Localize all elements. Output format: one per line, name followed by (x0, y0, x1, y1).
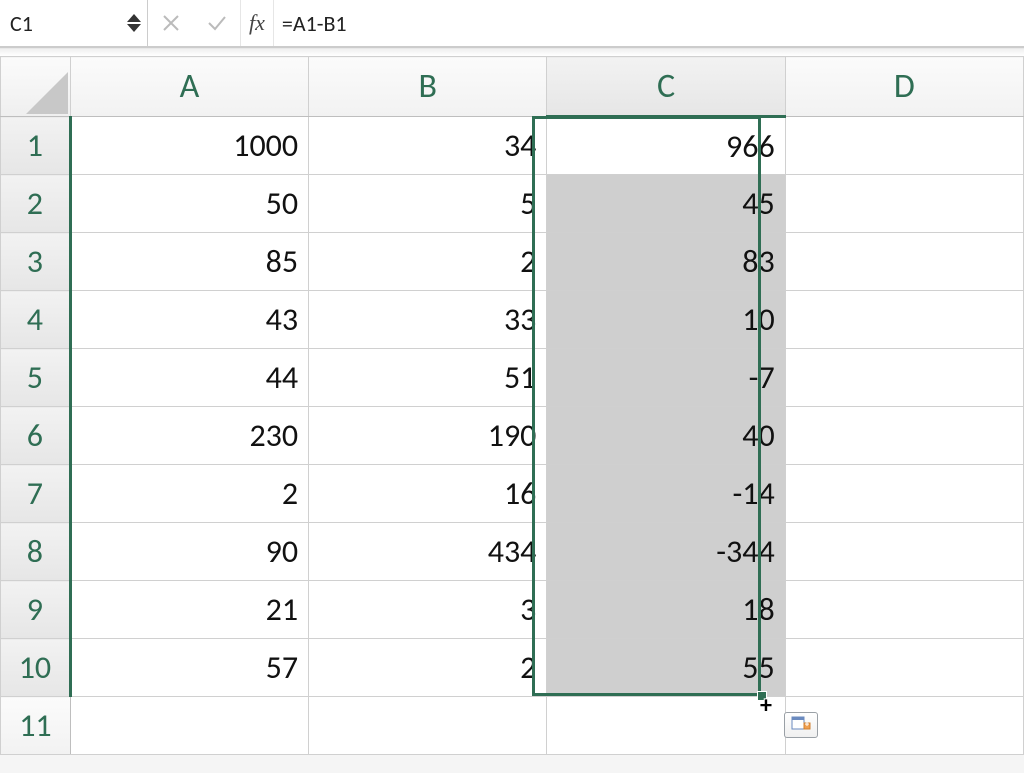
table-row: 7216-14 (1, 465, 1024, 523)
cell-C5[interactable]: -7 (547, 349, 785, 407)
autofill-options-button[interactable] (784, 712, 818, 738)
column-header-d[interactable]: D (785, 57, 1023, 117)
check-icon (205, 11, 229, 35)
row-header-11[interactable]: 11 (1, 697, 71, 755)
cell-B10[interactable]: 2 (309, 639, 547, 697)
cell-D6[interactable] (785, 407, 1023, 465)
grid-table: A B C D 11000349662505453852834433310544… (0, 56, 1024, 755)
cell-A10[interactable]: 57 (70, 639, 308, 697)
divider (0, 48, 1024, 56)
spreadsheet-grid[interactable]: A B C D 11000349662505453852834433310544… (0, 56, 1024, 755)
spinner-down-icon[interactable] (127, 24, 141, 32)
name-box-text: C1 (8, 10, 123, 37)
cell-D5[interactable] (785, 349, 1023, 407)
cell-B1[interactable]: 34 (309, 117, 547, 175)
table-row: 623019040 (1, 407, 1024, 465)
name-box-spinner[interactable] (127, 14, 141, 32)
cell-C6[interactable]: 40 (547, 407, 785, 465)
cell-D11[interactable] (785, 697, 1023, 755)
cell-B3[interactable]: 2 (309, 233, 547, 291)
cell-B4[interactable]: 33 (309, 291, 547, 349)
cell-C11[interactable] (547, 697, 785, 755)
table-row: 54451-7 (1, 349, 1024, 407)
cell-A7[interactable]: 2 (70, 465, 308, 523)
cell-D2[interactable] (785, 175, 1023, 233)
table-row: 1057255 (1, 639, 1024, 697)
cell-D9[interactable] (785, 581, 1023, 639)
cell-C1[interactable]: 966 (547, 117, 785, 175)
cell-D7[interactable] (785, 465, 1023, 523)
cell-B8[interactable]: 434 (309, 523, 547, 581)
formula-bar: C1 fx =A1-B1 (0, 0, 1024, 48)
row-header-9[interactable]: 9 (1, 581, 71, 639)
cell-C2[interactable]: 45 (547, 175, 785, 233)
row-header-5[interactable]: 5 (1, 349, 71, 407)
cell-C9[interactable]: 18 (547, 581, 785, 639)
name-box[interactable]: C1 (0, 0, 148, 46)
confirm-formula-button[interactable] (194, 0, 240, 46)
cell-B5[interactable]: 51 (309, 349, 547, 407)
row-header-6[interactable]: 6 (1, 407, 71, 465)
column-header-b[interactable]: B (309, 57, 547, 117)
table-row: 921318 (1, 581, 1024, 639)
cell-A4[interactable]: 43 (70, 291, 308, 349)
table-row: 4433310 (1, 291, 1024, 349)
row-header-2[interactable]: 2 (1, 175, 71, 233)
row-header-4[interactable]: 4 (1, 291, 71, 349)
cell-B6[interactable]: 190 (309, 407, 547, 465)
cell-A1[interactable]: 1000 (70, 117, 308, 175)
cell-A9[interactable]: 21 (70, 581, 308, 639)
row-header-10[interactable]: 10 (1, 639, 71, 697)
cell-A8[interactable]: 90 (70, 523, 308, 581)
cell-C4[interactable]: 10 (547, 291, 785, 349)
cell-D4[interactable] (785, 291, 1023, 349)
table-row: 11 (1, 697, 1024, 755)
fill-cursor-icon: + (760, 694, 772, 718)
cell-C8[interactable]: -344 (547, 523, 785, 581)
table-row: 890434-344 (1, 523, 1024, 581)
autofill-icon (791, 716, 811, 734)
cell-A5[interactable]: 44 (70, 349, 308, 407)
select-all-corner[interactable] (1, 57, 71, 117)
cell-D3[interactable] (785, 233, 1023, 291)
cell-D1[interactable] (785, 117, 1023, 175)
row-header-8[interactable]: 8 (1, 523, 71, 581)
fx-button[interactable]: fx (240, 0, 274, 46)
cell-C7[interactable]: -14 (547, 465, 785, 523)
cell-B9[interactable]: 3 (309, 581, 547, 639)
cell-B2[interactable]: 5 (309, 175, 547, 233)
column-header-c[interactable]: C (547, 57, 785, 117)
table-row: 250545 (1, 175, 1024, 233)
formula-input[interactable]: =A1-B1 (274, 10, 1024, 37)
cell-A3[interactable]: 85 (70, 233, 308, 291)
cell-A2[interactable]: 50 (70, 175, 308, 233)
table-row: 385283 (1, 233, 1024, 291)
cell-B11[interactable] (309, 697, 547, 755)
cell-A6[interactable]: 230 (70, 407, 308, 465)
row-header-1[interactable]: 1 (1, 117, 71, 175)
cell-C10[interactable]: 55 (547, 639, 785, 697)
spinner-up-icon[interactable] (127, 14, 141, 22)
row-header-3[interactable]: 3 (1, 233, 71, 291)
table-row: 1100034966 (1, 117, 1024, 175)
column-header-a[interactable]: A (70, 57, 308, 117)
cell-A11[interactable] (70, 697, 308, 755)
cell-B7[interactable]: 16 (309, 465, 547, 523)
cell-C3[interactable]: 83 (547, 233, 785, 291)
cancel-formula-button[interactable] (148, 0, 194, 46)
cell-D8[interactable] (785, 523, 1023, 581)
cell-D10[interactable] (785, 639, 1023, 697)
row-header-7[interactable]: 7 (1, 465, 71, 523)
x-icon (159, 11, 183, 35)
